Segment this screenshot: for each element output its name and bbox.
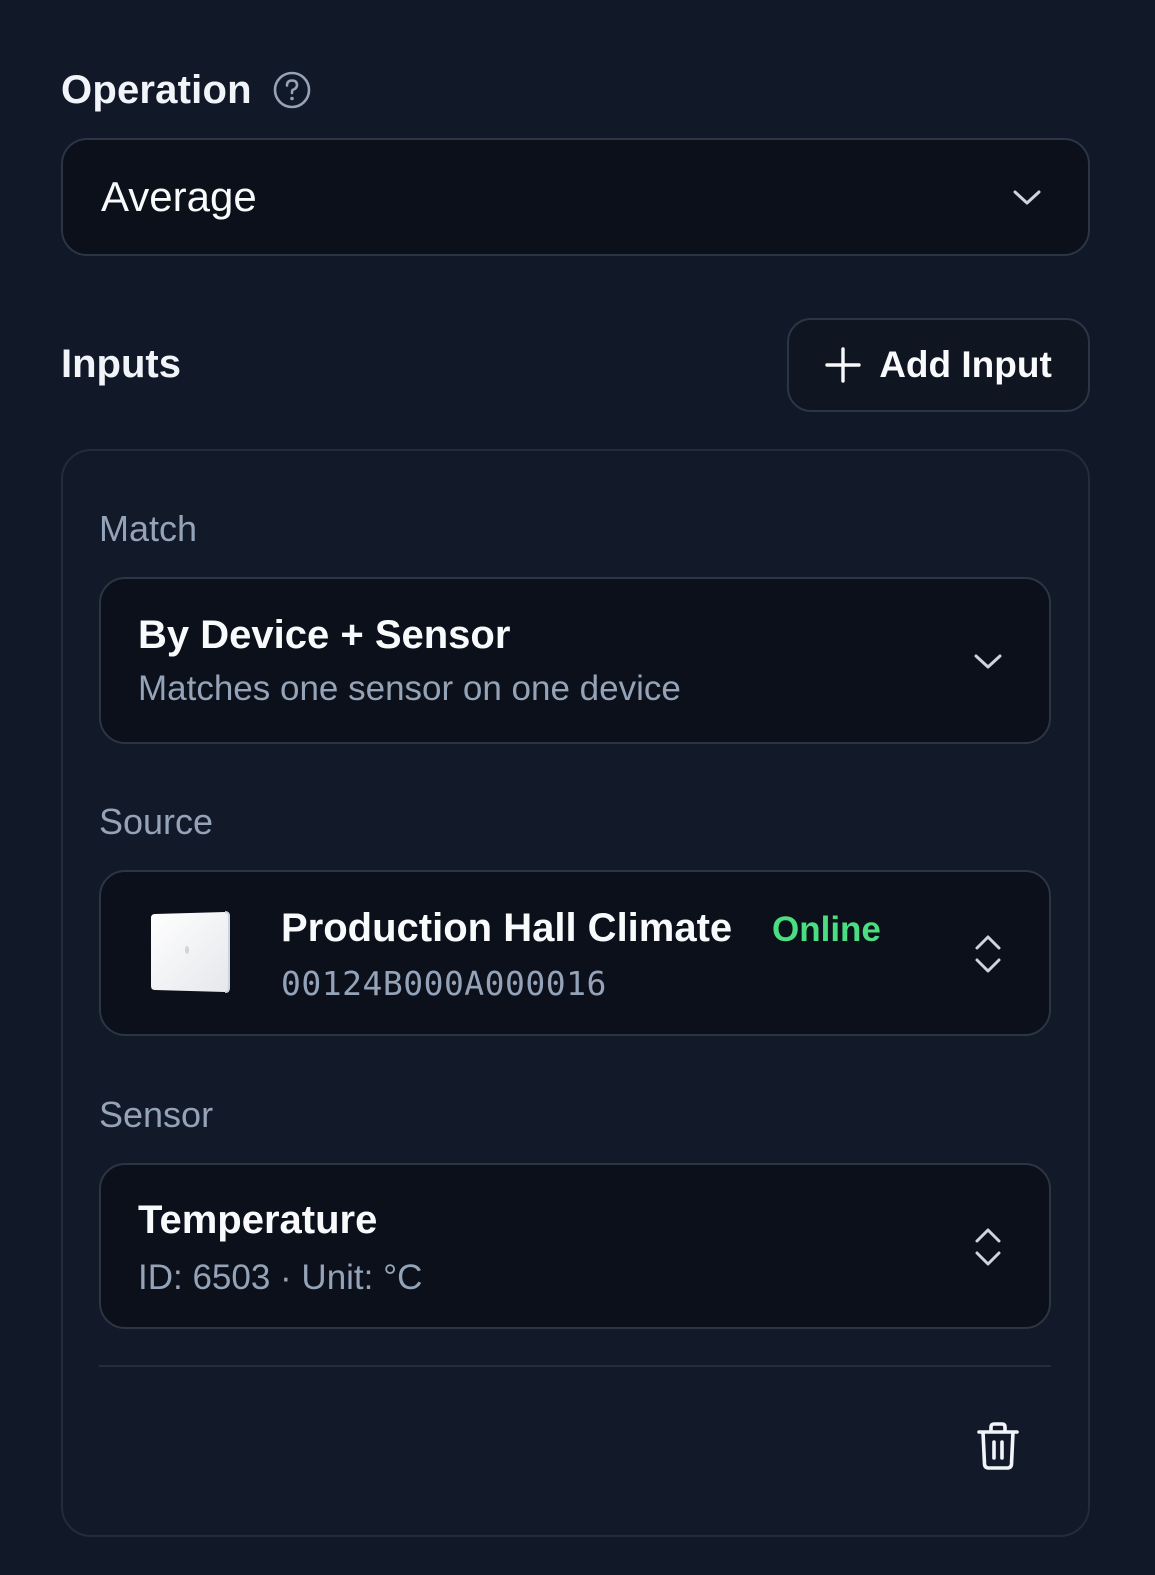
sensor-label: Sensor [99, 1094, 214, 1135]
chevron-down-icon [1010, 180, 1044, 214]
help-circle-icon[interactable] [272, 70, 312, 110]
chevron-up-down-icon [971, 1223, 1005, 1271]
plus-icon [825, 347, 861, 383]
source-select[interactable]: Production Hall Climate Online 00124B000… [99, 870, 1051, 1036]
match-select[interactable]: By Device + Sensor Matches one sensor on… [99, 577, 1051, 744]
trash-icon[interactable] [974, 1421, 1022, 1471]
card-divider [99, 1365, 1051, 1367]
device-id: 00124B000A000016 [281, 964, 607, 1003]
match-selected-title: By Device + Sensor [138, 613, 511, 657]
add-input-label: Add Input [879, 344, 1052, 385]
chevron-up-down-icon [971, 930, 1005, 978]
source-label: Source [99, 801, 214, 842]
sensor-details: ID: 6503 · Unit: °C [138, 1258, 423, 1297]
device-name: Production Hall Climate [281, 906, 733, 950]
device-thumbnail [149, 910, 231, 994]
operation-select[interactable]: Average [61, 138, 1090, 256]
sensor-select[interactable]: Temperature ID: 6503 · Unit: °C [99, 1163, 1051, 1329]
status-badge: Online [772, 910, 881, 949]
match-selected-description: Matches one sensor on one device [138, 669, 681, 708]
inputs-title: Inputs [61, 341, 181, 386]
operation-label: Operation [61, 67, 252, 112]
chevron-down-icon [971, 644, 1005, 678]
sensor-name: Temperature [138, 1198, 378, 1242]
add-input-button[interactable]: Add Input [787, 318, 1090, 412]
match-label: Match [99, 508, 198, 549]
operation-selected-value: Average [101, 173, 257, 220]
operation-label-row: Operation [61, 66, 312, 114]
